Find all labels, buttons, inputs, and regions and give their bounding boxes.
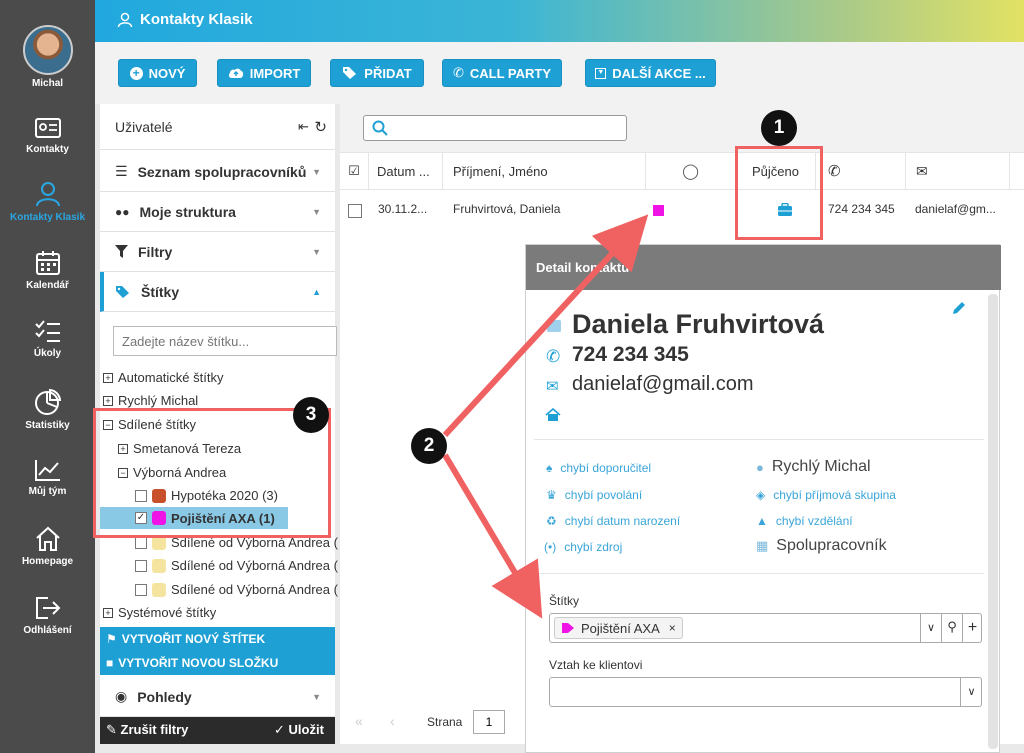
annotation-marker-3: 3 <box>293 397 329 433</box>
arrow-to-detail-tag <box>442 453 543 619</box>
annotation-arrows <box>442 214 649 619</box>
arrow-to-grid-tag <box>442 214 649 438</box>
annotation-marker-1: 1 <box>761 110 797 146</box>
annotation-marker-2: 2 <box>411 428 447 464</box>
